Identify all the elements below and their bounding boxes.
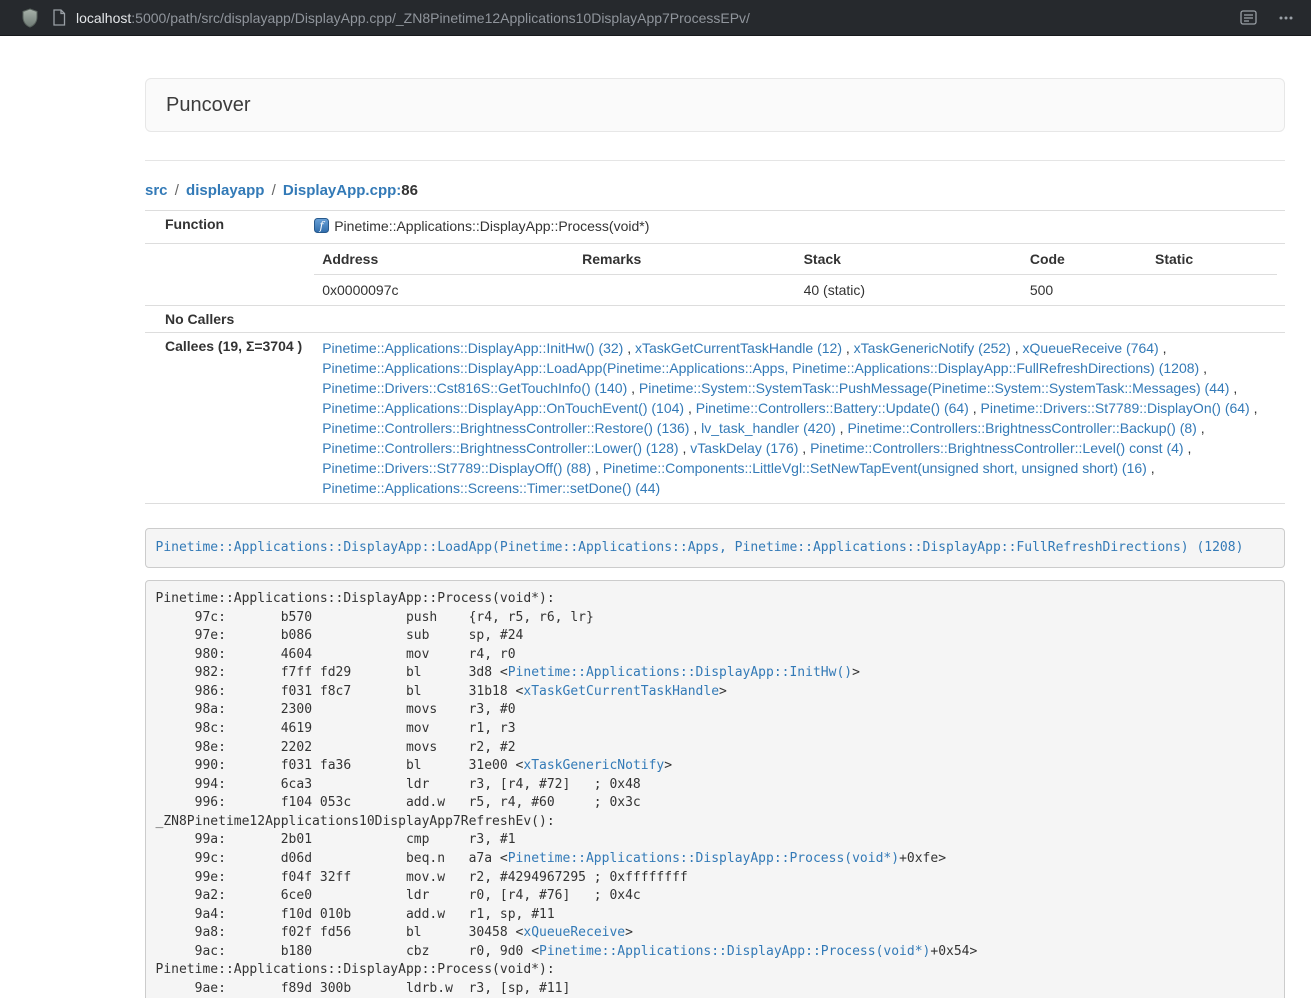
callee-link[interactable]: Pinetime::Drivers::St7789::DisplayOff() … [322, 460, 591, 476]
callee-separator: , [969, 400, 981, 416]
callee-link[interactable]: Pinetime::Applications::DisplayApp::Load… [322, 360, 1199, 376]
highlighted-symbol-box: Pinetime::Applications::DisplayApp::Load… [145, 528, 1285, 568]
no-callers-label: No Callers [145, 306, 306, 333]
asm-symbol-link[interactable]: Pinetime::Applications::DisplayApp::Init… [508, 665, 852, 680]
breadcrumb-link[interactable]: displayapp [186, 182, 264, 199]
callee-separator: , [1011, 340, 1023, 356]
url-path: :5000/path/src/displayapp/DisplayApp.cpp… [131, 10, 750, 26]
function-name: Pinetime::Applications::DisplayApp::Proc… [334, 218, 649, 234]
stats-value-address: 0x0000097c [314, 275, 574, 306]
stats-table: Address Remarks Stack Code Static 0x0000… [314, 244, 1277, 305]
function-row: Function f Pinetime::Application [145, 211, 1285, 244]
browser-chrome: localhost:5000/path/src/displayapp/Displ… [0, 0, 1311, 36]
callee-link[interactable]: Pinetime::Controllers::BrightnessControl… [322, 440, 678, 456]
callee-separator: , [1250, 400, 1258, 416]
callee-link[interactable]: Pinetime::Applications::DisplayApp::Init… [322, 340, 623, 356]
page-icon [52, 9, 66, 26]
callee-separator: , [842, 340, 854, 356]
asm-symbol-link[interactable]: xTaskGetCurrentTaskHandle [523, 684, 719, 699]
callees-row: Callees (19, Σ=3704 ) Pinetime::Applicat… [145, 333, 1285, 504]
callee-link[interactable]: Pinetime::System::SystemTask::PushMessag… [639, 380, 1230, 396]
callee-link[interactable]: Pinetime::Drivers::Cst816S::GetTouchInfo… [322, 380, 627, 396]
callee-link[interactable]: Pinetime::Applications::DisplayApp::OnTo… [322, 400, 684, 416]
page-title: Puncover [166, 92, 1264, 118]
stats-value-static [1147, 275, 1277, 306]
page-header: Puncover [145, 78, 1285, 132]
url-host: localhost [76, 10, 131, 26]
callee-separator: , [1229, 380, 1237, 396]
callee-link[interactable]: lv_task_handler (420) [701, 420, 836, 436]
stats-value-stack: 40 (static) [796, 275, 1022, 306]
callee-separator: , [684, 400, 696, 416]
callee-link[interactable]: Pinetime::Components::LittleVgl::SetNewT… [603, 460, 1147, 476]
breadcrumb-link[interactable]: src [145, 182, 168, 199]
stats-header-static: Static [1147, 244, 1277, 275]
breadcrumb-separator: / [264, 182, 283, 199]
callee-separator: , [627, 380, 639, 396]
callee-separator: , [798, 440, 810, 456]
highlighted-symbol-link[interactable]: Pinetime::Applications::DisplayApp::Load… [156, 540, 1244, 555]
callee-link[interactable]: xQueueReceive (764) [1023, 340, 1159, 356]
divider [145, 160, 1285, 161]
callee-separator: , [1159, 340, 1167, 356]
callee-link[interactable]: xTaskGetCurrentTaskHandle (12) [635, 340, 842, 356]
stats-value-row: 0x0000097c 40 (static) 500 [314, 275, 1277, 306]
asm-symbol-link[interactable]: Pinetime::Applications::DisplayApp::Proc… [508, 851, 899, 866]
overflow-menu-icon[interactable] [1277, 9, 1295, 27]
callee-link[interactable]: Pinetime::Applications::Screens::Timer::… [322, 480, 660, 496]
asm-symbol-link[interactable]: xTaskGenericNotify [523, 758, 664, 773]
disassembly-code: Pinetime::Applications::DisplayApp::Proc… [145, 580, 1285, 998]
symbol-table: Function f Pinetime::Application [145, 210, 1285, 504]
callee-link[interactable]: xTaskGenericNotify (252) [854, 340, 1011, 356]
callee-link[interactable]: Pinetime::Controllers::BrightnessControl… [810, 440, 1183, 456]
stats-header-remarks: Remarks [574, 244, 795, 275]
callee-separator: , [689, 420, 701, 436]
reader-mode-icon[interactable] [1240, 10, 1257, 25]
no-callers-row: No Callers [145, 306, 1285, 333]
asm-symbol-link[interactable]: Pinetime::Applications::DisplayApp::Proc… [539, 944, 930, 959]
callee-link[interactable]: Pinetime::Controllers::BrightnessControl… [847, 420, 1196, 436]
callee-link[interactable]: Pinetime::Controllers::BrightnessControl… [322, 420, 689, 436]
callees-label: Callees (19, Σ=3704 ) [145, 333, 306, 504]
callee-separator: , [1199, 360, 1207, 376]
callee-link[interactable]: Pinetime::Drivers::St7789::DisplayOn() (… [981, 400, 1250, 416]
shield-icon[interactable] [21, 8, 39, 28]
callees-list: Pinetime::Applications::DisplayApp::Init… [306, 333, 1285, 504]
callee-separator: , [1147, 460, 1155, 476]
callee-link[interactable]: vTaskDelay (176) [690, 440, 798, 456]
stats-header-address: Address [314, 244, 574, 275]
breadcrumb: src / displayapp / DisplayApp.cpp:86 [145, 182, 1285, 199]
callee-separator: , [1197, 420, 1205, 436]
url-bar[interactable]: localhost:5000/path/src/displayapp/Displ… [76, 10, 1240, 26]
function-icon: f [314, 218, 329, 238]
page-container: Puncover src / displayapp / DisplayApp.c… [145, 78, 1285, 998]
callee-separator: , [1184, 440, 1192, 456]
stats-value-code: 500 [1022, 275, 1147, 306]
asm-symbol-link[interactable]: xQueueReceive [523, 925, 625, 940]
callee-separator: , [623, 340, 635, 356]
breadcrumb-link[interactable]: DisplayApp.cpp: [283, 182, 401, 199]
stats-header-stack: Stack [796, 244, 1022, 275]
breadcrumb-separator: / [168, 182, 187, 199]
callee-link[interactable]: Pinetime::Controllers::Battery::Update()… [696, 400, 969, 416]
breadcrumb-line-number: 86 [401, 182, 418, 199]
callee-separator: , [591, 460, 603, 476]
stats-header-code: Code [1022, 244, 1147, 275]
function-row-label: Function [145, 211, 306, 244]
callee-separator: , [836, 420, 848, 436]
stats-value-remarks [574, 275, 795, 306]
callee-separator: , [679, 440, 691, 456]
stats-row: Address Remarks Stack Code Static 0x0000… [145, 244, 1285, 306]
